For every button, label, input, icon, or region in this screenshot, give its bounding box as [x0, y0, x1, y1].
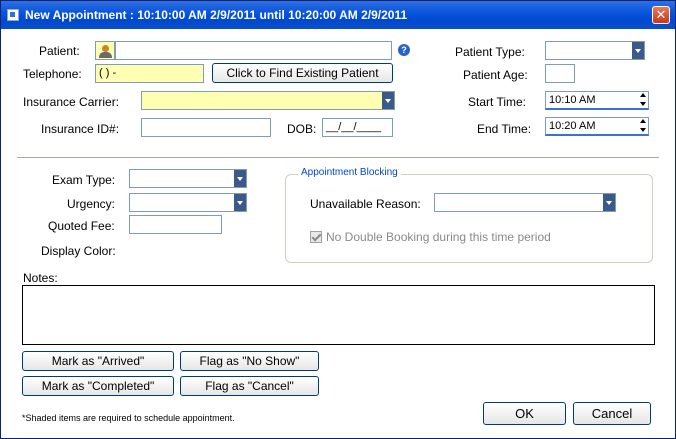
quoted-fee-label: Quoted Fee: — [48, 219, 115, 233]
patient-age-input[interactable] — [545, 64, 575, 83]
urgency-label: Urgency: — [67, 197, 116, 211]
patient-icon[interactable] — [95, 41, 115, 60]
start-time-spinner[interactable]: 10:10 AM — [545, 91, 649, 110]
chevron-down-icon — [632, 42, 644, 59]
find-existing-patient-button[interactable]: Click to Find Existing Patient — [212, 63, 393, 83]
dob-label: DOB: — [287, 122, 317, 136]
flag-no-show-button[interactable]: Flag as "No Show" — [180, 351, 319, 371]
notes-label: Notes: — [23, 271, 58, 285]
end-time-value: 10:20 AM — [549, 120, 596, 132]
no-double-booking-checkbox[interactable] — [310, 231, 322, 243]
appointment-blocking-title: Appointment Blocking — [298, 167, 401, 178]
spin-up-icon[interactable] — [640, 119, 646, 123]
chevron-down-icon — [382, 92, 394, 109]
required-footnote: *Shaded items are required to schedule a… — [22, 413, 235, 423]
urgency-select[interactable] — [129, 193, 247, 212]
patient-icon-body — [99, 52, 112, 58]
chevron-down-icon — [234, 170, 246, 187]
appointment-blocking-group — [285, 174, 653, 263]
window-title: New Appointment : 10:10:00 AM 2/9/2011 u… — [25, 8, 408, 22]
exam-type-select[interactable] — [129, 169, 247, 188]
chevron-down-icon — [603, 194, 615, 211]
mark-completed-button[interactable]: Mark as "Completed" — [22, 376, 174, 396]
unavailable-reason-label: Unavailable Reason: — [310, 197, 421, 211]
section-divider — [17, 157, 659, 158]
app-icon — [7, 9, 19, 21]
spin-down-icon[interactable] — [640, 128, 646, 132]
insurance-carrier-select[interactable] — [141, 91, 395, 110]
telephone-label: Telephone: — [23, 67, 82, 81]
no-double-booking-label: No Double Booking during this time perio… — [326, 230, 551, 244]
dob-input[interactable]: __/__/____ — [322, 118, 393, 137]
appointment-dialog: New Appointment : 10:10:00 AM 2/9/2011 u… — [0, 0, 676, 439]
patient-input[interactable] — [115, 41, 392, 60]
start-time-value: 10:10 AM — [549, 94, 596, 106]
flag-cancel-button[interactable]: Flag as "Cancel" — [180, 376, 319, 396]
close-button[interactable]: ✕ — [652, 6, 670, 24]
help-icon[interactable]: ? — [398, 44, 410, 56]
exam-type-label: Exam Type: — [52, 173, 116, 187]
spin-up-icon[interactable] — [640, 93, 646, 97]
insurance-id-label: Insurance ID#: — [41, 122, 120, 136]
spin-down-icon[interactable] — [640, 102, 646, 106]
start-time-label: Start Time: — [468, 95, 527, 109]
insurance-carrier-label: Insurance Carrier: — [23, 95, 120, 109]
quoted-fee-input[interactable] — [129, 215, 222, 234]
mark-arrived-button[interactable]: Mark as "Arrived" — [22, 351, 174, 371]
patient-type-select[interactable] — [545, 41, 645, 60]
display-color-label: Display Color: — [41, 244, 116, 258]
patient-age-label: Patient Age: — [463, 68, 528, 82]
notes-textarea[interactable] — [22, 285, 655, 345]
patient-label: Patient: — [39, 44, 80, 58]
patient-type-label: Patient Type: — [455, 45, 525, 59]
patient-icon-head — [102, 45, 109, 52]
cancel-button[interactable]: Cancel — [573, 402, 651, 425]
telephone-input[interactable]: ( ) - — [95, 64, 204, 83]
title-bar[interactable]: New Appointment : 10:10:00 AM 2/9/2011 u… — [1, 1, 675, 29]
ok-button[interactable]: OK — [483, 402, 566, 425]
insurance-id-input[interactable] — [141, 118, 271, 137]
unavailable-reason-select[interactable] — [434, 193, 616, 212]
chevron-down-icon — [234, 194, 246, 211]
end-time-label: End Time: — [477, 122, 532, 136]
end-time-spinner[interactable]: 10:20 AM — [545, 117, 649, 136]
